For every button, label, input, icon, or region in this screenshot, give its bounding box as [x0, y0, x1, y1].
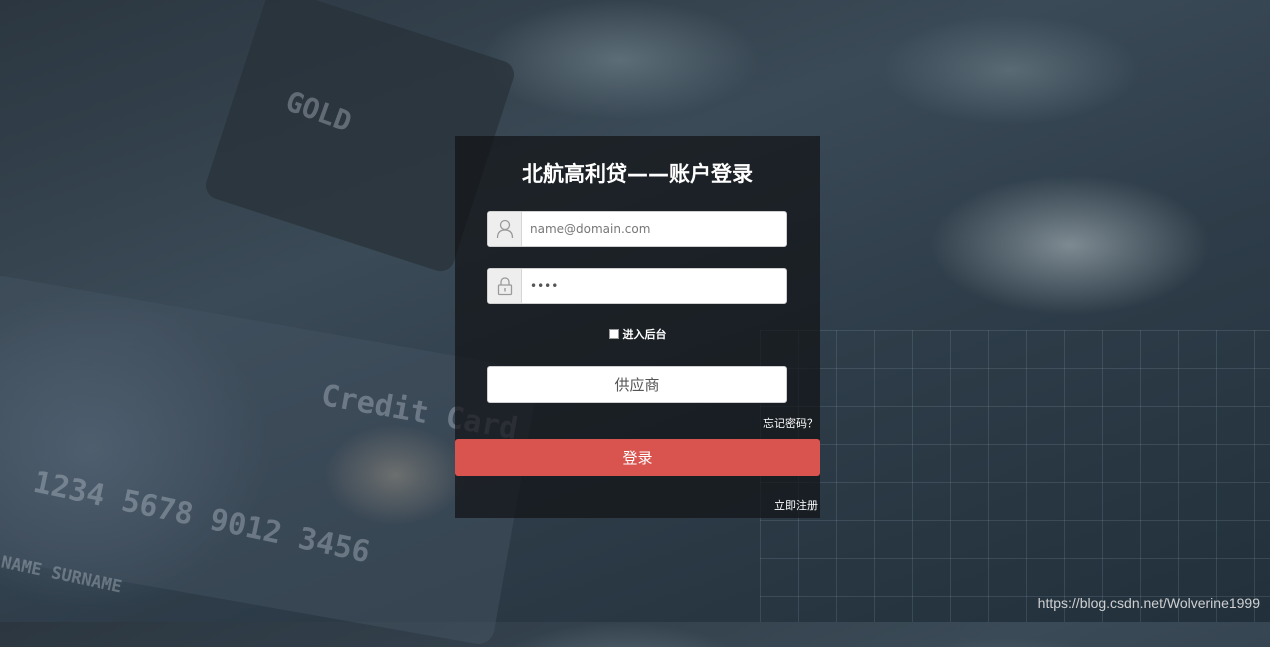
backend-checkbox-row[interactable]: 进入后台 [455, 326, 820, 342]
chart-grid-decoration [760, 330, 1270, 622]
role-select[interactable]: 供应商 [487, 366, 787, 403]
backend-checkbox-label: 进入后台 [622, 328, 667, 341]
lock-icon [488, 269, 522, 303]
email-input[interactable] [522, 212, 782, 246]
backend-checkbox[interactable] [608, 329, 619, 339]
login-panel: 北航高利贷——账户登录 进入后台 供应商 忘记密码？ 登录 立即注册 [455, 136, 820, 518]
watermark-text: https://blog.csdn.net/Wolverine1999 [1037, 595, 1260, 611]
role-select-value: 供应商 [614, 376, 660, 394]
register-link[interactable]: 立即注册 [774, 497, 818, 513]
forgot-password-link[interactable]: 忘记密码？ [763, 415, 818, 431]
login-title: 北航高利贷——账户登录 [522, 162, 753, 186]
password-input[interactable] [522, 269, 782, 303]
password-field [487, 268, 787, 304]
user-icon [488, 212, 522, 246]
login-button[interactable]: 登录 [455, 439, 820, 476]
email-field [487, 211, 787, 247]
